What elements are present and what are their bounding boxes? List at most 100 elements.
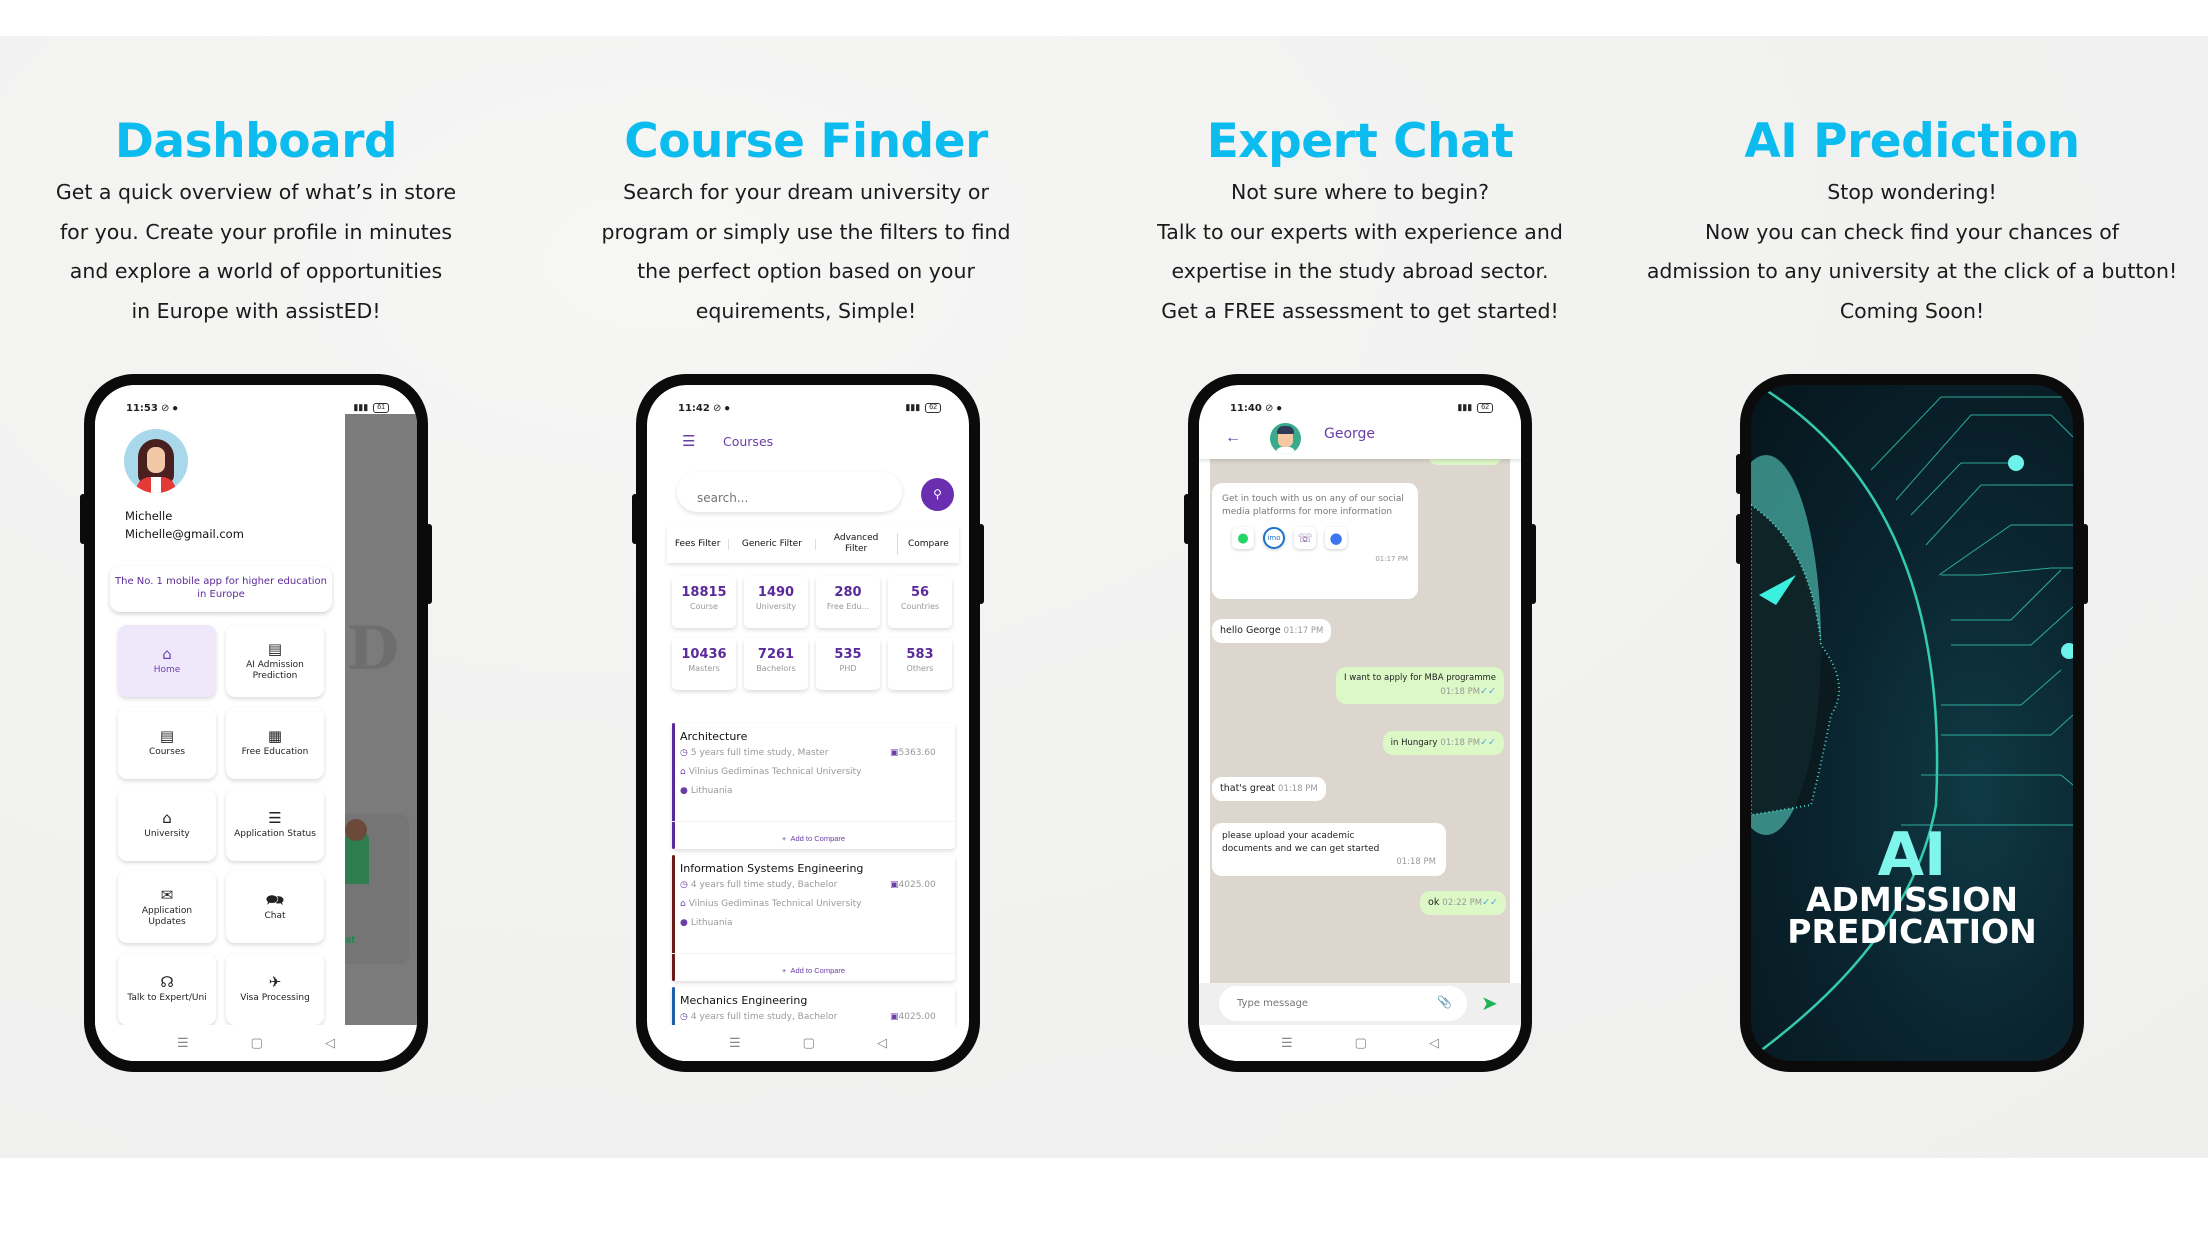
imo-icon[interactable]: imo: [1263, 527, 1285, 549]
stat-label: Free Edu...: [826, 602, 870, 611]
stat-card[interactable]: 280 Free Edu...: [816, 576, 880, 628]
logo-fragment: D: [347, 614, 400, 684]
message-composer: 📎 ➤: [1199, 983, 1521, 1025]
section-ai-prediction: AI Prediction Stop wondering! Now you ca…: [1636, 110, 2188, 332]
menu-tile-application-status[interactable]: ☰ Application Status: [226, 789, 324, 861]
home-icon: ⌂: [162, 645, 172, 663]
stat-label: University: [755, 602, 797, 611]
menu-tile-university[interactable]: ⌂ University: [118, 789, 216, 861]
status-icons: ▮▮▮ 62: [905, 402, 941, 413]
book-icon: ▤: [267, 639, 283, 658]
tile-label: University: [144, 829, 190, 839]
tile-label: Application Updates: [141, 905, 193, 927]
stat-card[interactable]: 1490 University: [744, 576, 808, 628]
stat-value: 1490: [757, 585, 795, 600]
status-bar: 11:53 ⊘ ● ▮▮▮ 61: [95, 385, 417, 419]
tile-label: AI Admission Prediction: [246, 659, 304, 681]
chat-header: ← George: [1199, 419, 1521, 459]
back-nav-icon[interactable]: ◁: [877, 1035, 887, 1051]
book-icon: ▤: [159, 727, 175, 745]
menu-tile-application-updates[interactable]: ✉ Application Updates: [118, 871, 216, 943]
stat-value: 18815: [681, 585, 727, 600]
menu-tile-free-education[interactable]: ▦ Free Education: [226, 707, 324, 779]
menu-grid: ⌂ Home ▤ AI Admission Prediction ▤ Courses …: [118, 625, 328, 1025]
signal-app-icon[interactable]: ●: [1325, 527, 1347, 549]
app-bar: ☰ Courses: [647, 419, 969, 463]
whatsapp-icon[interactable]: ●: [1232, 527, 1254, 549]
back-nav-icon[interactable]: ◁: [325, 1035, 335, 1051]
page-title: Courses: [723, 434, 774, 449]
search-icon: ⚲: [933, 487, 942, 501]
search-input[interactable]: [677, 472, 902, 512]
dimmed-home-background: D at: [345, 414, 417, 1025]
clock: 11:42: [678, 403, 710, 414]
attachment-icon[interactable]: 📎: [1437, 995, 1452, 1009]
section-title: AI Prediction: [1744, 114, 2080, 169]
envelope-icon: ✉: [160, 885, 174, 904]
location-pin-icon: ●: [680, 918, 688, 928]
course-title: Mechanics Engineering: [680, 994, 808, 1007]
tab-generic-filter[interactable]: Generic Filter: [729, 538, 816, 550]
menu-tile-home[interactable]: ⌂ Home: [118, 625, 216, 697]
section-line: Coming Soon!: [1839, 298, 1985, 323]
screen: 11:40 ⊘ ● ▮▮▮ 62 ← George Get in touch wi…: [1199, 385, 1521, 1061]
clock-icon: ◷: [680, 1012, 688, 1022]
battery-icon: 62: [1477, 402, 1493, 413]
notification-icon: ⊘ ●: [1265, 403, 1283, 414]
course-card[interactable]: Architecture ◷ 5 years full time study, M…: [672, 723, 955, 849]
menu-tile-visa-processing[interactable]: ✈ Visa Processing: [226, 953, 324, 1025]
stat-card[interactable]: 583 Others: [888, 638, 952, 690]
back-nav-icon[interactable]: ◁: [1429, 1035, 1439, 1051]
back-arrow-icon[interactable]: ←: [1225, 429, 1241, 447]
home-nav-icon[interactable]: ▢: [1355, 1035, 1367, 1051]
course-country: Lithuania: [690, 786, 733, 796]
add-to-compare-button[interactable]: + Add to Compare: [672, 953, 955, 975]
tab-advanced-filter[interactable]: Advanced Filter: [816, 533, 898, 555]
add-to-compare-button[interactable]: + Add to Compare: [672, 821, 955, 843]
home-nav-icon[interactable]: ▢: [803, 1035, 815, 1051]
section-line: the perfect option based on your: [637, 259, 975, 283]
menu-tile-chat[interactable]: 🗪 Chat: [226, 871, 324, 943]
course-card[interactable]: Information Systems Engineering ◷ 4 years…: [672, 855, 955, 981]
stat-card[interactable]: 10436 Masters: [672, 638, 736, 690]
viber-icon[interactable]: ☏: [1294, 527, 1316, 549]
menu-tile-courses[interactable]: ▤ Courses: [118, 707, 216, 779]
tab-fees-filter[interactable]: Fees Filter: [667, 538, 730, 550]
menu-nav-icon[interactable]: ☰: [1281, 1035, 1293, 1051]
stat-card[interactable]: 18815 Course: [672, 576, 736, 628]
side-button: [1184, 494, 1190, 544]
tile-label: Home: [153, 665, 181, 675]
battery-icon: 62: [925, 402, 941, 413]
contact-avatar[interactable]: [1270, 423, 1301, 454]
side-button: [632, 494, 638, 544]
stat-card[interactable]: 7261 Bachelors: [744, 638, 808, 690]
search-button[interactable]: ⚲: [921, 478, 954, 511]
stat-label: Bachelors: [756, 664, 796, 673]
avatar[interactable]: [124, 429, 188, 493]
phone-course-finder: 11:42 ⊘ ● ▮▮▮ 62 ☰ Courses ⚲ Fees Filter …: [632, 374, 984, 1072]
clock: 11:40: [1230, 403, 1262, 414]
phone-ai-prediction: AI ADMISSION PREDICATION: [1736, 374, 2088, 1072]
menu-nav-icon[interactable]: ☰: [729, 1035, 741, 1051]
section-line: Now you can check find your chances of: [1705, 219, 2119, 244]
stat-card[interactable]: 535 PHD: [816, 638, 880, 690]
menu-nav-icon[interactable]: ☰: [177, 1035, 189, 1051]
status-icons: ▮▮▮ 62: [1457, 402, 1493, 413]
message-time: 01:18 PM: [1278, 784, 1318, 794]
course-title: Architecture: [680, 730, 748, 743]
message-text: that's great: [1220, 783, 1275, 794]
message-input[interactable]: [1219, 986, 1467, 1021]
tab-compare[interactable]: Compare: [898, 539, 959, 550]
menu-tile-ai-admission-prediction[interactable]: ▤ AI Admission Prediction: [226, 625, 324, 697]
home-nav-icon[interactable]: ▢: [251, 1035, 263, 1051]
hamburger-menu-icon[interactable]: ☰: [682, 432, 695, 450]
section-title: Expert Chat: [1206, 114, 1514, 169]
menu-tile-talk-to-expert[interactable]: ☊ Talk to Expert/Uni: [118, 953, 216, 1025]
stat-card[interactable]: 56 Countries: [888, 576, 952, 628]
phone-expert-chat: 11:40 ⊘ ● ▮▮▮ 62 ← George Get in touch wi…: [1184, 374, 1536, 1072]
ai-title: AI: [1877, 820, 1947, 890]
send-icon[interactable]: ➤: [1481, 991, 1498, 1016]
double-check-icon: ✓✓: [1480, 737, 1496, 748]
message-outgoing: I want to apply for MBA programme 01:18 P…: [1336, 667, 1504, 704]
section-line: for you. Create your profile in minutes: [59, 219, 453, 244]
